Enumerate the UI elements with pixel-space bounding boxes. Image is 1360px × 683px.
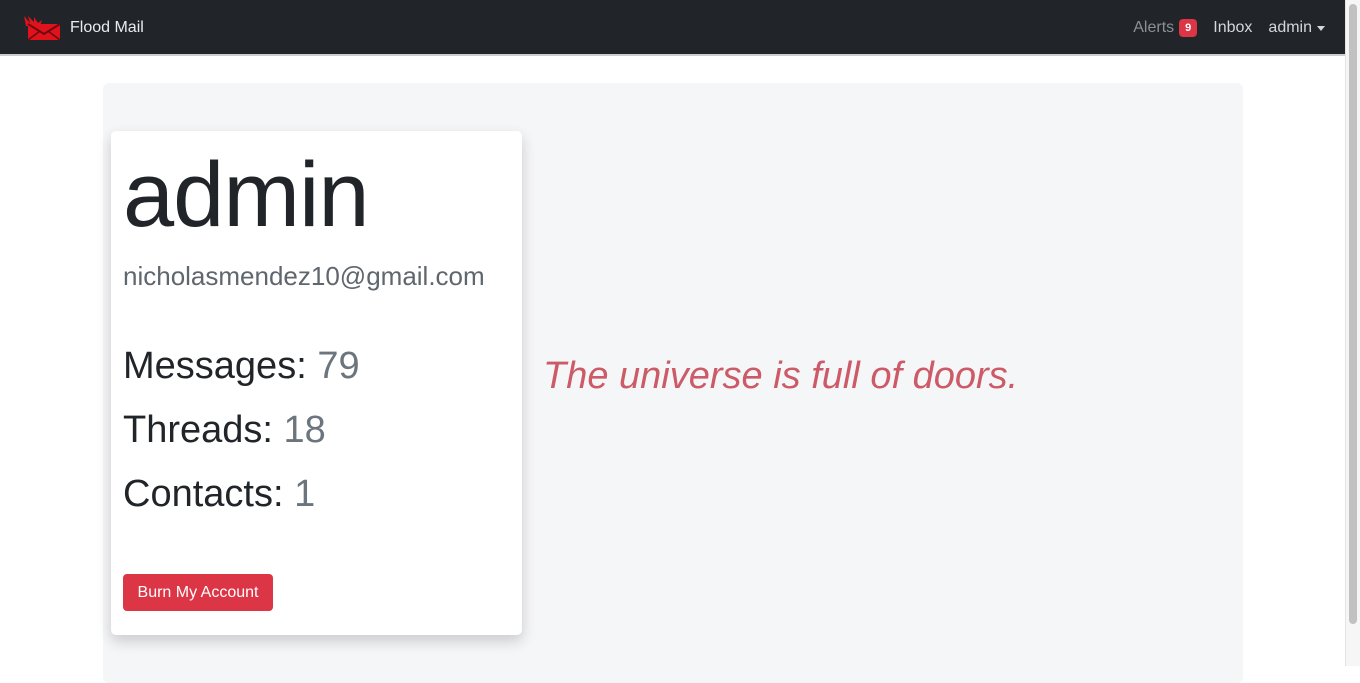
threads-value: 18: [283, 409, 326, 451]
flame-envelope-logo-icon: [22, 14, 62, 42]
inbox-link[interactable]: Inbox: [1213, 19, 1252, 37]
brand-link[interactable]: Flood Mail: [22, 12, 144, 44]
brand-name: Flood Mail: [70, 19, 144, 36]
contacts-value: 1: [294, 473, 316, 515]
threads-label: Threads:: [123, 409, 273, 451]
threads-stat: Threads: 18: [123, 409, 326, 452]
profile-email: nicholasmendez10@gmail.com: [123, 261, 485, 291]
alerts-label: Alerts: [1133, 19, 1175, 36]
contacts-stat: Contacts: 1: [123, 473, 315, 516]
messages-value: 79: [317, 345, 360, 387]
messages-stat: Messages: 79: [123, 345, 360, 388]
alerts-link[interactable]: Alerts 9: [1133, 19, 1198, 37]
nav-right: Alerts 9 Inbox admin: [1117, 0, 1325, 56]
scrollbar-thumb[interactable]: [1349, 4, 1357, 624]
user-menu-dropdown[interactable]: admin: [1268, 19, 1325, 37]
alerts-count-badge: 9: [1179, 19, 1198, 37]
burn-account-button[interactable]: Burn My Account: [123, 574, 273, 611]
profile-username: admin: [123, 144, 370, 246]
contacts-label: Contacts:: [123, 473, 284, 515]
profile-quote: The universe is full of doors.: [543, 355, 1019, 397]
caret-down-icon: [1317, 25, 1325, 31]
user-menu-label: admin: [1268, 19, 1312, 36]
messages-label: Messages:: [123, 345, 307, 387]
page-scrollbar[interactable]: [1345, 0, 1360, 666]
top-navbar: Flood Mail Alerts 9 Inbox admin: [0, 0, 1345, 56]
